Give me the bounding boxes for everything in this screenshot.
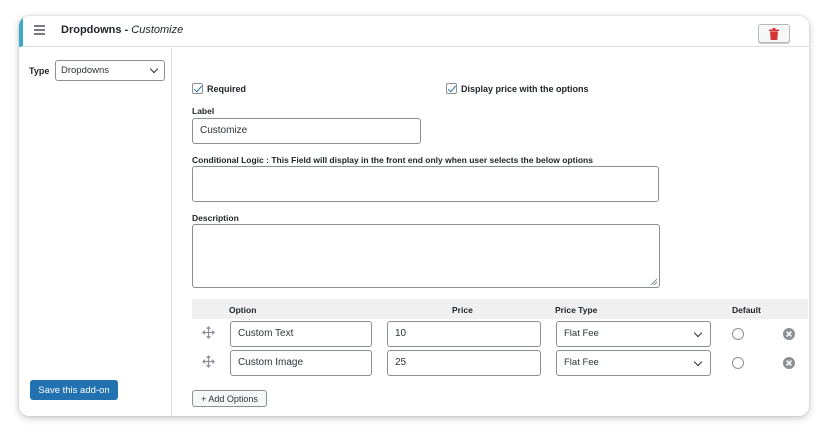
label-field-title: Label — [192, 106, 215, 116]
panel-title: Dropdowns - Customize — [61, 24, 183, 36]
option-price-type-select[interactable]: Flat Fee — [556, 321, 711, 347]
chevron-down-icon — [693, 357, 703, 367]
save-addon-button[interactable]: Save this add-on — [30, 380, 118, 400]
default-radio[interactable] — [732, 328, 744, 340]
option-column-header: Option — [229, 305, 257, 315]
addon-name-subtitle: Customize — [131, 24, 184, 36]
required-label: Required — [207, 83, 247, 94]
option-name-input[interactable]: Custom Text — [230, 321, 372, 347]
trash-icon — [769, 27, 779, 40]
addon-panel: Dropdowns - Customize Type Dropdowns Sav… — [19, 16, 809, 416]
remove-circle-icon[interactable] — [783, 328, 795, 340]
resize-handle[interactable] — [651, 279, 657, 285]
remove-circle-icon[interactable] — [783, 357, 795, 369]
option-price-type-select[interactable]: Flat Fee — [556, 350, 711, 376]
description-textarea[interactable] — [192, 224, 660, 288]
hamburger-icon[interactable] — [34, 25, 45, 35]
required-checkbox[interactable] — [192, 83, 203, 94]
left-column — [19, 48, 172, 416]
conditional-logic-input[interactable] — [192, 166, 659, 202]
option-price-input[interactable]: 25 — [387, 350, 541, 376]
add-options-button[interactable]: + Add Options — [192, 390, 267, 407]
price-column-header: Price — [452, 305, 473, 315]
addon-type-title: Dropdowns — [61, 24, 122, 36]
chevron-down-icon — [149, 64, 159, 74]
type-select[interactable]: Dropdowns — [55, 60, 165, 81]
display-price-option[interactable]: Display price with the options — [446, 83, 589, 94]
required-option[interactable]: Required — [192, 83, 246, 94]
default-column-header: Default — [732, 305, 761, 315]
display-price-checkbox[interactable] — [446, 83, 457, 94]
display-price-label: Display price with the options — [461, 83, 589, 94]
default-radio[interactable] — [732, 357, 744, 369]
description-title: Description — [192, 213, 239, 223]
label-input[interactable]: Customize — [192, 118, 421, 144]
price-type-column-header: Price Type — [555, 305, 598, 315]
options-table-header: Option Price Price Type Default — [192, 299, 808, 319]
conditional-logic-title: Conditional Logic : This Field will disp… — [192, 155, 593, 165]
move-icon[interactable] — [202, 326, 215, 339]
move-icon[interactable] — [202, 355, 215, 368]
price-type-value: Flat Fee — [564, 357, 599, 368]
panel-header: Dropdowns - Customize — [19, 16, 809, 47]
chevron-down-icon — [693, 328, 703, 338]
option-price-input[interactable]: 10 — [387, 321, 541, 347]
delete-button[interactable] — [758, 24, 790, 43]
price-type-value: Flat Fee — [564, 328, 599, 339]
title-separator: - — [121, 24, 132, 36]
type-select-value: Dropdowns — [61, 65, 110, 76]
options-table: Option Price Price Type Default Custom T… — [192, 299, 808, 379]
option-name-input[interactable]: Custom Image — [230, 350, 372, 376]
type-label: Type — [29, 66, 50, 76]
